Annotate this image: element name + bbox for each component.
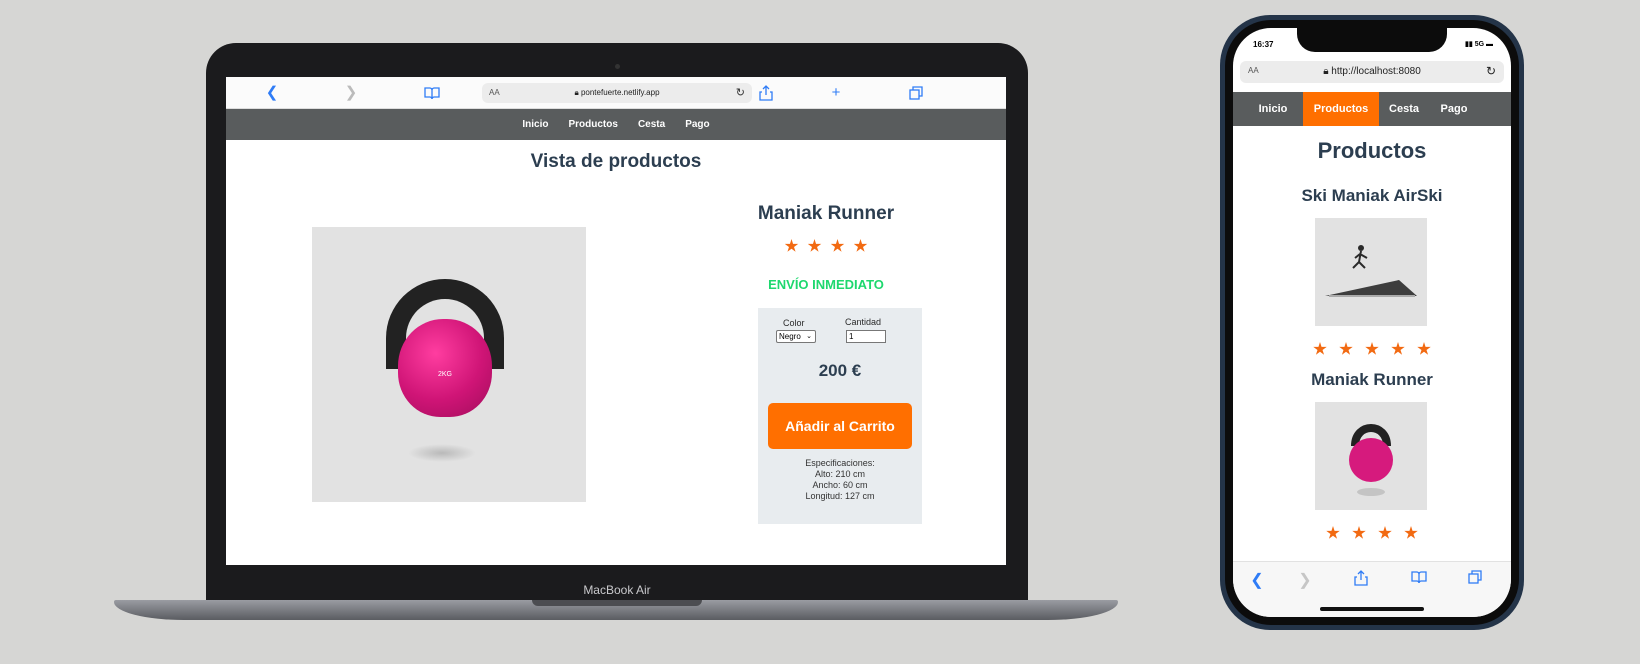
product-rating	[746, 239, 906, 253]
star-icon	[807, 239, 822, 252]
star-icon	[1352, 526, 1366, 539]
spec-length: Longitud: 127 cm	[805, 491, 875, 501]
star-icon	[1326, 526, 1340, 539]
add-to-cart-button[interactable]: Añadir al Carrito	[768, 403, 912, 449]
phone-product-name: Maniak Runner	[1311, 370, 1433, 389]
phone-rating-ski	[1233, 342, 1511, 356]
share-icon[interactable]	[756, 83, 776, 107]
laptop-screen: ❮ ❯ AA 🔒︎ pontefuerte.netlify.app ↻ + In…	[226, 77, 1006, 565]
star-icon	[1378, 526, 1392, 539]
phone-nav-cesta[interactable]: Cesta	[1379, 92, 1429, 126]
phone-nav-productos[interactable]: Productos	[1303, 92, 1379, 126]
spec-width: Ancho: 60 cm	[812, 480, 868, 490]
battery-icon: ▬	[1486, 41, 1493, 48]
color-label: Color	[783, 318, 805, 328]
star-icon	[1339, 342, 1353, 355]
phone-rating-runner	[1233, 526, 1511, 540]
nav-pago[interactable]: Pago	[685, 119, 709, 130]
main-nav: Inicio Productos Cesta Pago	[226, 109, 1006, 140]
phone-product-thumb-ski[interactable]	[1315, 218, 1427, 326]
product-name: Maniak Runner	[757, 203, 895, 224]
nav-productos[interactable]: Productos	[568, 119, 617, 130]
star-icon	[1417, 342, 1431, 355]
chevron-right-icon[interactable]: ❯	[1295, 570, 1315, 590]
star-icon	[1313, 342, 1327, 355]
purchase-panel: Color Negro ⌄ Cantidad 1 200 € Añadir al …	[758, 308, 922, 524]
star-icon	[830, 239, 845, 252]
chevron-left-icon[interactable]: ❮	[1247, 570, 1267, 590]
chevron-right-icon[interactable]: ❯	[341, 83, 361, 103]
chevron-left-icon[interactable]: ❮	[262, 83, 282, 103]
laptop-camera	[615, 64, 620, 69]
kettlebell-weight-label: 2KG	[437, 371, 452, 378]
nav-inicio[interactable]: Inicio	[522, 119, 548, 130]
spec-height: Alto: 210 cm	[814, 469, 866, 479]
phone-page-title: Productos	[1317, 138, 1427, 163]
phone-nav: Inicio Productos Cesta Pago	[1233, 92, 1511, 126]
laptop-base-notch	[532, 600, 702, 606]
page-title: Vista de productos	[530, 151, 702, 172]
phone-nav-inicio[interactable]: Inicio	[1249, 92, 1297, 126]
product-specs: Especificaciones: Alto: 210 cm Ancho: 60…	[758, 458, 922, 502]
product-price: 200 €	[818, 361, 862, 380]
phone-url-text: http://localhost:8080	[1331, 66, 1421, 77]
signal-bars-icon: ▮▮	[1465, 41, 1475, 48]
star-icon	[1391, 342, 1405, 355]
book-icon[interactable]	[1409, 570, 1429, 589]
phone-nav-pago[interactable]: Pago	[1431, 92, 1477, 126]
phone-screen: 16:37 ▮▮ 5G ▬ AA 🔒︎ http://localhost:808…	[1233, 28, 1511, 617]
quantity-label: Cantidad	[845, 317, 882, 327]
chevron-down-icon: ⌄	[806, 333, 812, 340]
book-icon[interactable]	[422, 83, 442, 106]
laptop-device-label: MacBook Air	[206, 579, 1028, 601]
star-icon	[853, 239, 868, 252]
reload-icon[interactable]: ↻	[736, 86, 745, 99]
tabs-icon[interactable]	[906, 83, 926, 106]
url-text: pontefuerte.netlify.app	[580, 88, 660, 97]
share-icon[interactable]	[1351, 570, 1371, 591]
product-image: 2KG	[312, 227, 586, 502]
address-bar[interactable]: AA 🔒︎ pontefuerte.netlify.app ↻	[482, 83, 752, 103]
phone-address-bar[interactable]: AA 🔒︎ http://localhost:8080 ↻	[1240, 61, 1504, 83]
star-icon	[1404, 526, 1418, 539]
phone-product-name: Ski Maniak AirSki	[1301, 186, 1443, 205]
phone-notch	[1297, 28, 1447, 52]
star-icon	[784, 239, 799, 252]
kettlebell-shadow	[408, 444, 476, 462]
specs-heading: Especificaciones:	[805, 458, 875, 468]
status-signal: ▮▮ 5G ▬	[1465, 41, 1493, 48]
tabs-icon[interactable]	[1465, 570, 1485, 589]
color-select[interactable]: Negro ⌄	[776, 330, 816, 343]
status-time: 16:37	[1253, 40, 1274, 49]
shipping-label: ENVÍO INMEDIATO	[768, 277, 884, 292]
home-indicator[interactable]	[1320, 607, 1424, 611]
quantity-input[interactable]: 1	[846, 330, 886, 343]
safari-toolbar: ❮ ❯ AA 🔒︎ pontefuerte.netlify.app ↻ +	[226, 77, 1006, 109]
nav-cesta[interactable]: Cesta	[638, 119, 665, 130]
star-icon	[1365, 342, 1379, 355]
reload-icon[interactable]: ↻	[1486, 64, 1496, 78]
kettlebell-body: 2KG	[398, 319, 492, 417]
phone-product-thumb-kettlebell[interactable]	[1315, 402, 1427, 510]
plus-icon[interactable]: +	[826, 83, 846, 103]
